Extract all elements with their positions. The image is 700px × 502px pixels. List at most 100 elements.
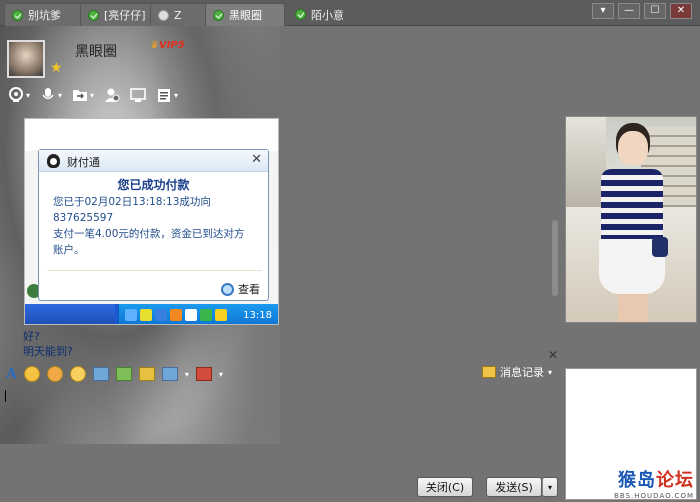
top-toolbar: ▾ ▾ ▾ ▾ — [8, 87, 178, 103]
tab-label: 别坑爹 — [28, 9, 61, 22]
contact-show-photo — [565, 116, 697, 323]
watermark: 猴岛论坛 BBS.HOUDAO.COM — [614, 466, 694, 500]
online-status-icon — [12, 9, 23, 21]
tab-label: Z — [174, 8, 182, 22]
popup-body-line: 支付一笔4.00元的付款，资金已到达对方 — [53, 228, 245, 240]
input-toolbar: A ▾ ▾ — [6, 364, 558, 384]
tab-contact-5[interactable]: 陌小意 — [288, 3, 388, 26]
online-status-icon — [88, 9, 99, 21]
magnifier-icon — [221, 282, 234, 296]
online-status-icon — [213, 9, 224, 21]
vip-badge[interactable]: ♛VIP5 — [150, 40, 185, 51]
warning-icon — [170, 309, 182, 321]
scrollbar[interactable] — [552, 220, 558, 296]
update-icon — [215, 309, 227, 321]
qq-penguin-icon — [47, 154, 60, 168]
voice-call-button[interactable]: ▾ — [40, 87, 62, 103]
add-friend-button[interactable] — [104, 87, 120, 103]
tab-bar: 别坑爹 [亮仔仔] Z 黑眼圈 陌小意 ▾ — ☐ ✕ — [0, 0, 700, 26]
webcam-icon — [9, 87, 23, 102]
remote-desktop-button[interactable] — [130, 87, 146, 103]
sound-icon — [185, 309, 197, 321]
send-button[interactable]: 发送(S) — [486, 477, 542, 497]
add-user-icon — [105, 88, 120, 102]
watermark-url: BBS.HOUDAO.COM — [614, 492, 694, 500]
star-icon: ★ — [50, 60, 63, 76]
tab-contact-3[interactable]: Z — [150, 3, 208, 26]
screenshot-icon[interactable] — [161, 367, 178, 381]
tray-icons — [125, 309, 227, 321]
penguin-icon — [140, 309, 152, 321]
nudge-icon[interactable] — [69, 366, 86, 382]
photo-person-head — [618, 131, 648, 165]
gift-icon[interactable] — [195, 367, 212, 381]
popup-body-line: 您已于02月02日13:18:13成功向837625597 — [53, 196, 211, 224]
tab-label: 陌小意 — [311, 8, 344, 22]
crown-icon: ♛ — [150, 40, 159, 51]
chevron-down-icon: ▾ — [58, 90, 63, 100]
network-icon — [155, 309, 167, 321]
payment-popup: 财付通 ✕ 您已成功付款 您已于02月02日13:18:13成功向8376255… — [38, 149, 269, 301]
emoji-icon[interactable] — [23, 366, 40, 382]
chat-window: 别坑爹 [亮仔仔] Z 黑眼圈 陌小意 ▾ — ☐ ✕ ★ 黑眼圈 ♛VIP5 … — [0, 0, 700, 502]
close-window-button[interactable]: ✕ — [670, 3, 692, 19]
popup-body: 您已于02月02日13:18:13成功向837625597 支付一笔4.00元的… — [53, 194, 263, 258]
watermark-title: 猴岛论坛 — [614, 466, 694, 492]
watermark-part: 论坛 — [656, 470, 694, 491]
close-button[interactable]: 关闭(C) — [417, 477, 473, 497]
popup-titlebar: 财付通 ✕ — [39, 150, 268, 172]
tab-contact-1[interactable]: 别坑爹 — [4, 3, 88, 26]
maximize-button[interactable]: ☐ — [644, 3, 666, 19]
watermark-part: 猴岛 — [618, 470, 656, 491]
image-icon[interactable] — [115, 367, 132, 381]
photo-building — [566, 117, 606, 207]
more-apps-button[interactable]: ▾ — [156, 87, 178, 103]
security-icon — [200, 309, 212, 321]
message-input[interactable] — [2, 386, 558, 448]
font-icon[interactable]: A — [6, 366, 17, 382]
chevron-down-icon: ▾ — [90, 90, 95, 100]
online-status-icon — [295, 9, 306, 20]
view-link[interactable]: 查看 — [221, 281, 260, 297]
microphone-icon — [42, 88, 54, 100]
history-label: 消息记录 — [499, 366, 544, 379]
popup-body-line: 账户。 — [53, 244, 85, 256]
tab-label: [亮仔仔] — [104, 9, 146, 22]
offline-status-icon — [158, 9, 169, 21]
clipboard-icon — [158, 89, 171, 102]
send-options-button[interactable]: ▾ — [542, 477, 558, 497]
popup-title: 财付通 — [67, 156, 100, 169]
chevron-down-icon: ▾ — [26, 90, 31, 100]
contact-name[interactable]: 黑眼圈 — [75, 41, 117, 61]
collapse-icon[interactable]: ✕ — [548, 348, 558, 362]
menu-dropdown-button[interactable]: ▾ — [592, 3, 614, 19]
view-label: 查看 — [238, 283, 260, 296]
chat-message: 好? — [23, 330, 40, 343]
music-icon[interactable] — [138, 367, 155, 381]
close-icon[interactable]: ✕ — [251, 152, 262, 167]
send-file-button[interactable]: ▾ — [72, 87, 94, 103]
vip-label: VIP5 — [158, 40, 185, 51]
tab-label: 黑眼圈 — [229, 9, 262, 22]
message-history-button[interactable]: 消息记录 ▾ — [481, 364, 552, 380]
photo-bag — [652, 237, 668, 257]
popup-divider — [47, 270, 262, 271]
avatar[interactable] — [7, 40, 45, 78]
voice-message-icon[interactable] — [92, 367, 109, 381]
magic-emoji-icon[interactable] — [46, 366, 63, 382]
system-tray: 13:18 — [118, 304, 278, 324]
tab-contact-active[interactable]: 黑眼圈 — [205, 3, 285, 26]
chevron-down-icon: ▾ — [174, 90, 179, 100]
tab-contact-2[interactable]: [亮仔仔] — [80, 3, 154, 26]
photo-legs — [618, 294, 648, 322]
chevron-down-icon: ▾ — [547, 367, 552, 377]
video-call-button[interactable]: ▾ — [8, 87, 30, 103]
folder-icon — [73, 90, 88, 101]
chevron-down-icon[interactable]: ▾ — [185, 370, 189, 379]
chevron-down-icon[interactable]: ▾ — [219, 370, 223, 379]
taskbar-clock: 13:18 — [243, 310, 272, 321]
screenshot-top-area — [25, 119, 278, 151]
popup-heading: 您已成功付款 — [117, 178, 190, 192]
text-cursor — [5, 390, 6, 402]
minimize-button[interactable]: — — [618, 3, 640, 19]
